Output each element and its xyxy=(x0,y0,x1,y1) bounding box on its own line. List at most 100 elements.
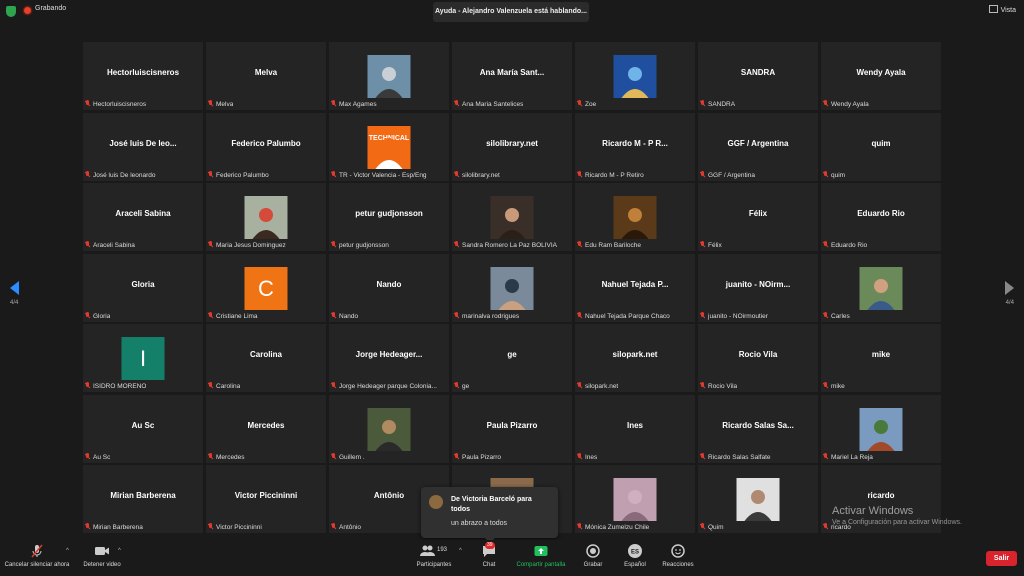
participant-tile[interactable]: ge ge xyxy=(452,324,572,392)
activate-windows-title: Activar Windows xyxy=(832,505,914,517)
participant-tile[interactable]: SANDRA SANDRA xyxy=(698,42,818,110)
participant-tile[interactable]: Victor Piccininni Victor Piccininni xyxy=(206,465,326,533)
view-button[interactable]: Vista xyxy=(988,5,1016,14)
participant-tile[interactable]: Rocio Vila Rocio Vila xyxy=(698,324,818,392)
participant-name-text: Edu Ram Bariloche xyxy=(585,242,641,249)
meeting-toolbar: Cancelar silenciar ahora ^ Detener video… xyxy=(0,540,1024,576)
muted-mic-icon xyxy=(85,311,90,319)
participant-tile[interactable]: C Cristiane Lima xyxy=(206,253,326,322)
participant-display-name: Victor Piccininni xyxy=(234,491,298,500)
muted-mic-icon xyxy=(331,241,336,248)
participant-tile[interactable]: Mónica Zumelzu Chile xyxy=(575,465,695,533)
share-screen-button[interactable]: Compartir pantalla xyxy=(512,543,570,568)
participant-tile[interactable]: Maria Jesus Dominguez xyxy=(206,183,326,251)
participant-name-text: Au Sc xyxy=(93,453,111,461)
participant-tile[interactable]: juanito - NOirm... juanito - NOirmoutier xyxy=(698,253,818,322)
participant-tile[interactable]: Wendy Ayala Wendy Ayala xyxy=(821,42,941,110)
participant-photo xyxy=(613,478,657,521)
grid-view-icon xyxy=(988,5,998,13)
participant-tile[interactable]: Nahuel Tejada P... Nahuel Tejada Parque C… xyxy=(575,253,695,322)
next-page-icon[interactable] xyxy=(1005,281,1014,295)
muted-mic-icon xyxy=(454,311,459,319)
chat-notification[interactable]: De Victoria Barceló para todos un abrazo… xyxy=(421,487,558,543)
participant-tile[interactable]: Ana María Sant... Ana Maria Santelices xyxy=(452,42,572,110)
participant-tile[interactable]: Mariel La Reja xyxy=(821,394,941,463)
participant-name-label: Edu Ram Bariloche xyxy=(577,241,641,249)
participants-options-chevron-icon[interactable]: ^ xyxy=(459,548,462,554)
participant-tile[interactable]: Quim xyxy=(698,465,818,533)
participant-tile[interactable]: José luis De leo... José luis De leonardo xyxy=(83,112,203,181)
participant-tile[interactable]: Gloria Gloria xyxy=(83,253,203,322)
muted-mic-icon xyxy=(85,523,90,530)
participant-name-label: ISIDRO MORENO xyxy=(85,382,146,390)
participant-tile[interactable]: Federico Palumbo Federico Palumbo xyxy=(206,112,326,181)
participant-name-label: Carolina xyxy=(208,382,240,390)
participant-tile[interactable]: Mirian Barberena Mirian Barberena xyxy=(83,465,203,533)
security-shield-icon[interactable] xyxy=(6,6,16,17)
participant-tile[interactable]: silopark.net silopark.net xyxy=(575,324,695,392)
interpretation-language-button[interactable]: ES Español xyxy=(620,543,650,568)
leave-meeting-button[interactable]: Salir xyxy=(986,551,1017,566)
participant-tile[interactable]: GGF / Argentina GGF / Argentina xyxy=(698,112,818,181)
stop-video-button[interactable]: Detener video xyxy=(80,543,124,568)
muted-mic-icon xyxy=(454,170,459,178)
previous-page-icon[interactable] xyxy=(10,281,19,295)
chat-button[interactable]: 39 Chat xyxy=(476,542,502,568)
participant-name-label: Wendy Ayala xyxy=(823,100,869,108)
participant-name-label: Félix xyxy=(700,241,722,249)
participant-tile[interactable]: Félix Félix xyxy=(698,183,818,251)
participant-tile[interactable]: Zoe xyxy=(575,42,695,110)
muted-mic-icon xyxy=(208,241,213,248)
participant-name-text: Sandra Romero La Paz BOLIVIA xyxy=(462,242,558,249)
participants-button[interactable]: 193 Participantes xyxy=(412,543,456,568)
participant-tile[interactable]: Sandra Romero La Paz BOLIVIA xyxy=(452,183,572,251)
muted-mic-icon xyxy=(577,170,582,178)
participant-name-label: Sandra Romero La Paz BOLIVIA xyxy=(454,241,557,249)
reactions-button[interactable]: Reacciones xyxy=(660,543,696,568)
muted-mic-icon xyxy=(700,170,705,178)
participant-name-label: Ricardo Salas Salfate xyxy=(700,452,771,461)
participant-name-label: Gloria xyxy=(85,311,110,320)
participant-tile[interactable]: Ricardo Salas Sa... Ricardo Salas Salfate xyxy=(698,394,818,463)
participant-tile[interactable]: Nando Nando xyxy=(329,253,449,322)
participant-tile[interactable]: Ricardo M - P R... Ricardo M - P Retiro xyxy=(575,112,695,181)
participant-tile[interactable]: silolibrary.net silolibrary.net xyxy=(452,112,572,181)
participant-tile[interactable]: Guillem . xyxy=(329,394,449,463)
participant-tile[interactable]: Ines Ines xyxy=(575,394,695,463)
participant-tile[interactable]: Max Agames xyxy=(329,42,449,110)
participant-photo xyxy=(736,478,780,521)
unmute-button[interactable]: Cancelar silenciar ahora xyxy=(4,543,70,568)
participant-tile[interactable]: Araceli Sabina Araceli Sabina xyxy=(83,183,203,251)
participant-tile[interactable]: mike mike xyxy=(821,324,941,392)
participant-name-label: Rocio Vila xyxy=(700,382,737,390)
participant-name-text: Guillem . xyxy=(339,453,365,461)
participant-tile[interactable]: Au Sc Au Sc xyxy=(83,394,203,463)
muted-mic-icon xyxy=(700,241,705,248)
participant-tile[interactable]: Paula Pizarro Paula Pizarro xyxy=(452,394,572,463)
participant-name-text: silolibrary.net xyxy=(462,171,500,179)
participant-tile[interactable]: Carolina Carolina xyxy=(206,324,326,392)
muted-mic-icon xyxy=(823,452,828,460)
participant-name-text: Jorge Hedeager parque Colonia... xyxy=(339,383,437,390)
participant-tile[interactable]: Jorge Hedeager... Jorge Hedeager parque C… xyxy=(329,324,449,392)
participant-tile[interactable]: I ISIDRO MORENO xyxy=(83,324,203,392)
muted-mic-icon xyxy=(208,170,213,178)
participant-tile[interactable]: Edu Ram Bariloche xyxy=(575,183,695,251)
participant-tile[interactable]: quim quim xyxy=(821,112,941,181)
participant-tile[interactable]: Eduardo Rio Eduardo Rio xyxy=(821,183,941,251)
participant-name-label: silolibrary.net xyxy=(454,170,500,179)
participant-display-name: juanito - NOirm... xyxy=(725,279,791,289)
record-button[interactable]: Grabar xyxy=(580,543,606,568)
participant-tile[interactable]: Hectorluiscisneros Hectorluiscisneros xyxy=(83,42,203,110)
mic-options-chevron-icon[interactable]: ^ xyxy=(66,548,69,554)
participant-tile[interactable]: Carles xyxy=(821,253,941,322)
participant-tile[interactable]: TECHNICAL TR - Victor Valencia - Esp/Eng xyxy=(329,112,449,181)
participant-tile[interactable]: petur gudjonsson petur gudjonsson xyxy=(329,183,449,251)
participant-name-label: mike xyxy=(823,382,845,390)
participant-tile[interactable]: Melva Melva xyxy=(206,42,326,110)
participant-tile[interactable]: marinalva rodrigues xyxy=(452,253,572,322)
participant-display-name: Ricardo M - P R... xyxy=(602,138,668,148)
participant-name-text: Cristiane Lima xyxy=(216,312,258,320)
participant-tile[interactable]: Mercedes Mercedes xyxy=(206,394,326,463)
video-options-chevron-icon[interactable]: ^ xyxy=(118,548,121,554)
